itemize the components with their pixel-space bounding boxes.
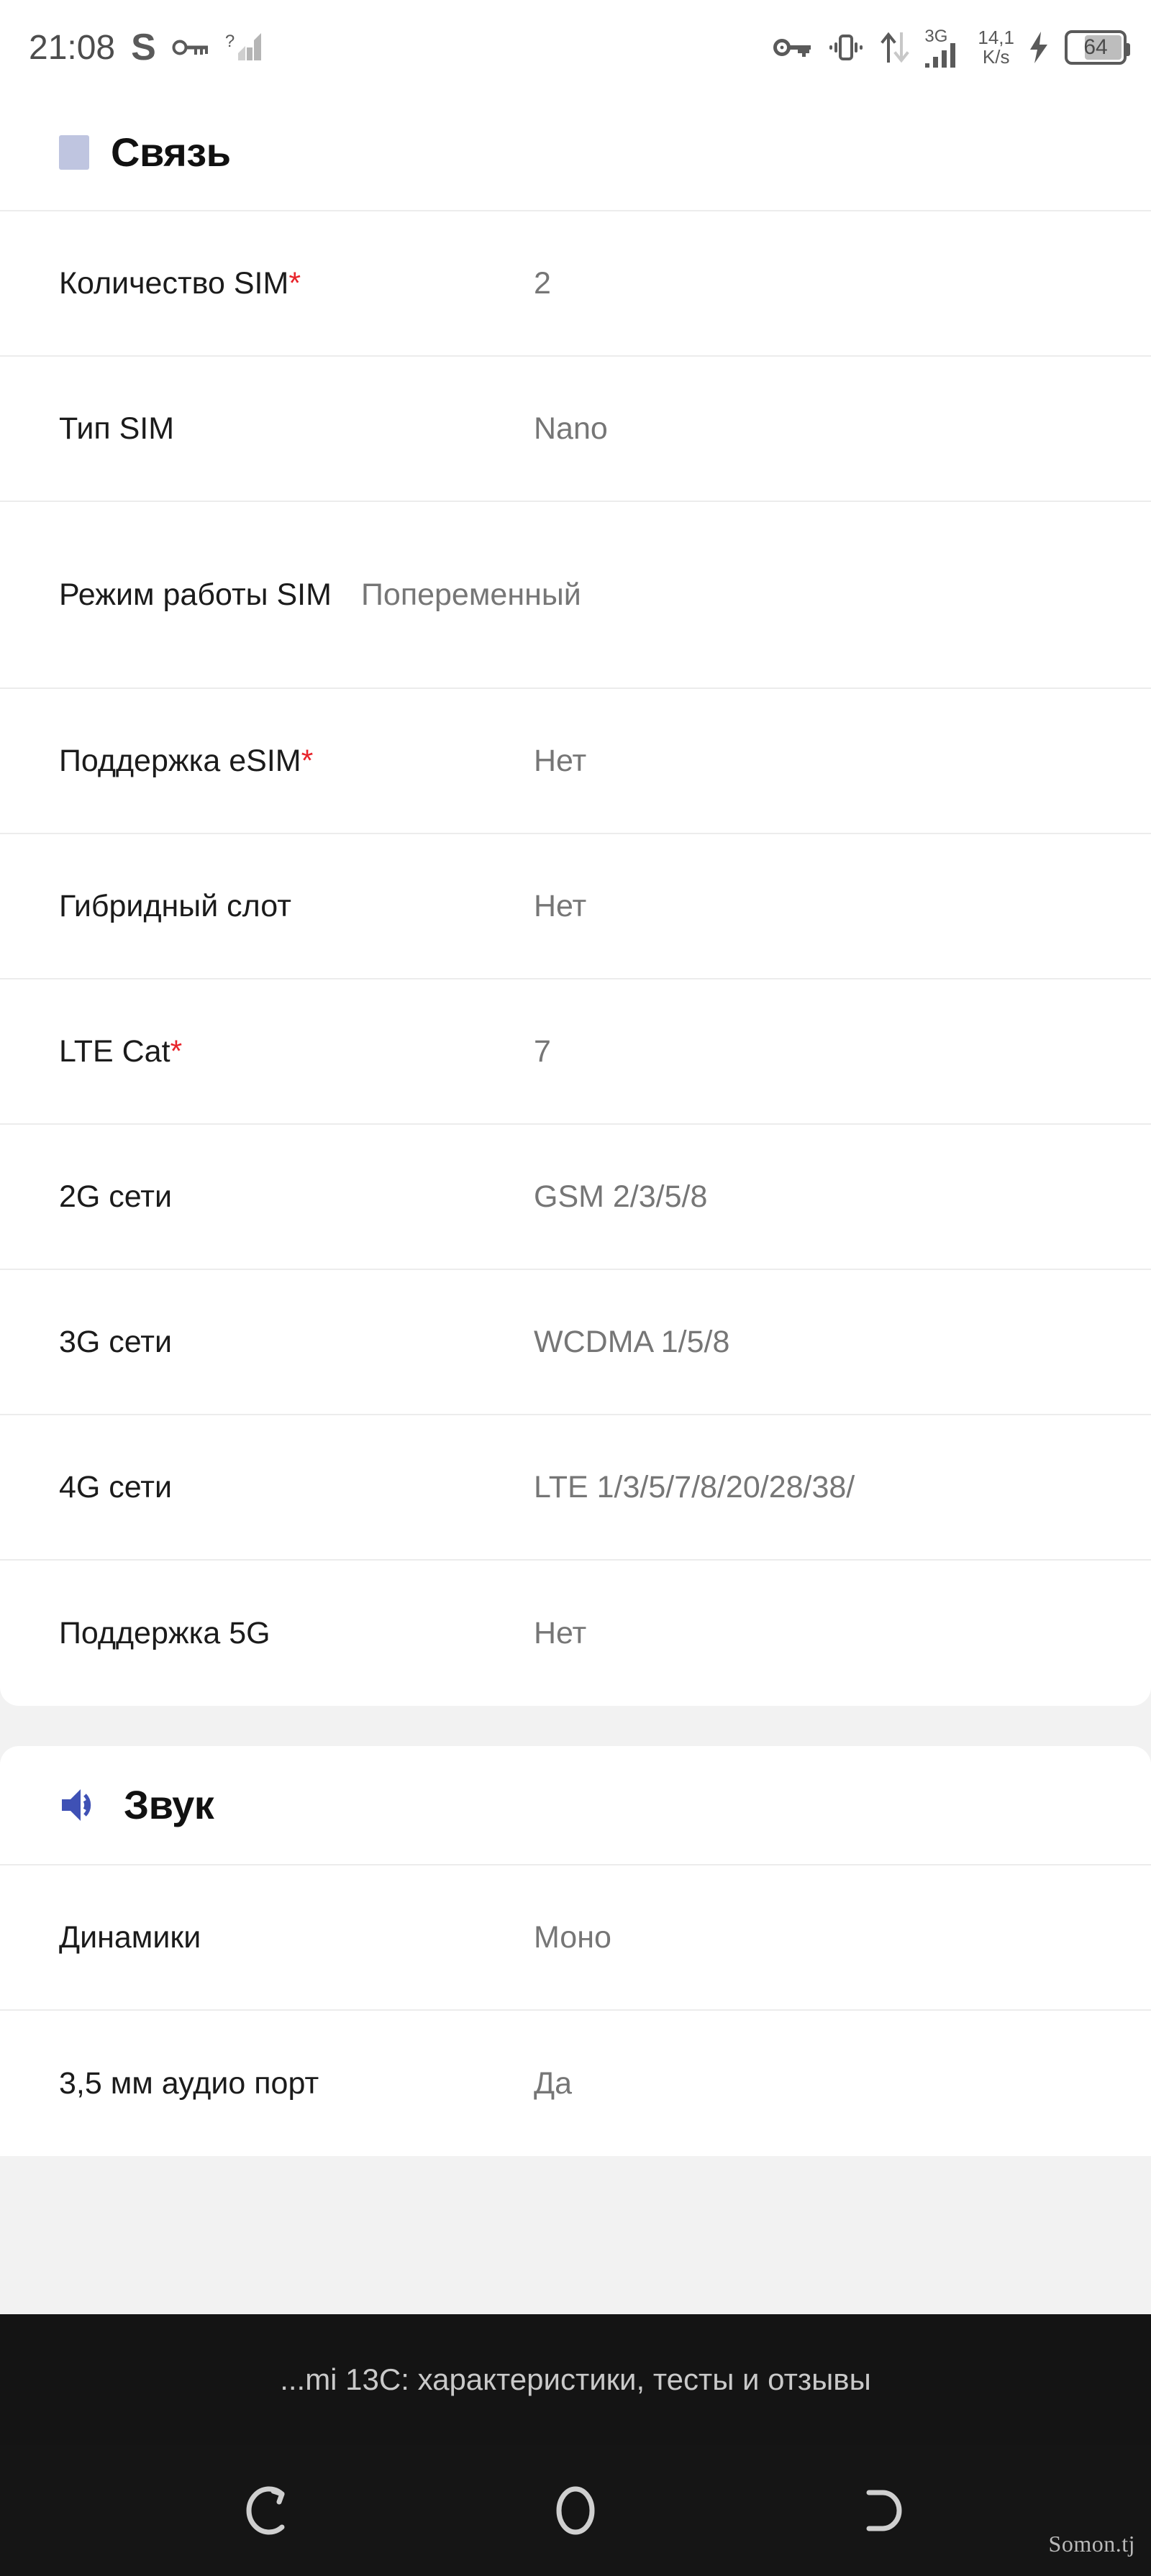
table-row[interactable]: 4G сети LTE 1/3/5/7/8/20/28/38/ xyxy=(0,1415,1151,1561)
square-icon xyxy=(59,135,89,170)
spec-value: Моно xyxy=(534,1919,611,1955)
table-row[interactable]: 3G сети WCDMA 1/5/8 xyxy=(0,1270,1151,1415)
table-row[interactable]: LTE Cat* 7 xyxy=(0,979,1151,1125)
spec-key: Динамики xyxy=(59,1919,201,1955)
battery-percent-label: 64 xyxy=(1083,35,1108,59)
page-title-overlay: ...mi 13C: характеристики, тесты и отзыв… xyxy=(0,2314,1151,2445)
watermark: Somon.tj xyxy=(1048,2531,1135,2557)
network-speed-unit: K/s xyxy=(982,46,1010,68)
overlay-title-text: ...mi 13C: характеристики, тесты и отзыв… xyxy=(280,2362,871,2396)
required-asterisk: * xyxy=(288,265,301,301)
table-row[interactable]: Динамики Моно xyxy=(0,1865,1151,2011)
data-transfer-icon xyxy=(880,29,910,65)
spec-page: Связь Количество SIM* 2 Тип SIM Nano Реж… xyxy=(0,95,1151,2156)
spec-key: Поддержка 5G xyxy=(59,1615,270,1650)
table-row[interactable]: 3,5 мм аудио порт Да xyxy=(0,2011,1151,2156)
spec-value: 7 xyxy=(534,1033,551,1069)
spec-value: 2 xyxy=(534,265,551,301)
status-bar-right: 3G 14,1 K/s 64 xyxy=(773,27,1130,68)
status-bar: 21:08 S ? 3G 14,1 K/s 64 xyxy=(0,0,1151,95)
spec-value: Нет xyxy=(534,1615,587,1650)
table-row[interactable]: Гибридный слот Нет xyxy=(0,834,1151,979)
spec-key: Режим работы SIM xyxy=(59,577,332,612)
spec-value: Нет xyxy=(534,743,587,778)
section-card-svyaz: Связь Количество SIM* 2 Тип SIM Nano Реж… xyxy=(0,95,1151,1706)
required-asterisk: * xyxy=(170,1033,183,1069)
table-row[interactable]: Тип SIM Nano xyxy=(0,357,1151,502)
spec-key: Количество SIM* xyxy=(59,265,301,301)
vibrate-icon xyxy=(827,30,865,65)
section-title: Звук xyxy=(124,1782,214,1827)
spec-value: Нет xyxy=(534,888,587,923)
table-row[interactable]: 2G сети GSM 2/3/5/8 xyxy=(0,1125,1151,1270)
key-icon xyxy=(773,36,812,59)
charging-bolt-icon xyxy=(1029,30,1050,65)
system-navigation-bar: Somon.tj xyxy=(0,2445,1151,2576)
table-row[interactable]: Поддержка 5G Нет xyxy=(0,1561,1151,1706)
status-bar-clock: 21:08 xyxy=(29,28,116,67)
spec-value: LTE 1/3/5/7/8/20/28/38/ xyxy=(534,1469,855,1504)
speaker-icon xyxy=(59,1783,102,1827)
table-row[interactable]: Режим работы SIM Попеременный xyxy=(0,502,1151,689)
status-bar-letter-indicator: S xyxy=(131,27,156,68)
home-icon[interactable] xyxy=(532,2467,619,2554)
section-header-svyaz: Связь xyxy=(0,95,1151,211)
section-header-zvuk: Звук xyxy=(0,1746,1151,1865)
spec-value: Nano xyxy=(534,411,608,446)
status-bar-left: 21:08 S ? xyxy=(29,28,264,68)
spec-key: 4G сети xyxy=(59,1469,173,1504)
spec-key: Поддержка eSIM* xyxy=(59,743,314,778)
spec-key: 3,5 мм аудио порт xyxy=(59,2065,319,2101)
spec-key: LTE Cat* xyxy=(59,1033,183,1069)
spec-value: Попеременный xyxy=(361,577,581,612)
back-icon[interactable] xyxy=(834,2467,921,2554)
spec-key: Гибридный слот xyxy=(59,888,291,923)
signal-bars-icon: 3G xyxy=(924,27,963,68)
recents-icon[interactable] xyxy=(230,2467,317,2554)
spec-value: GSM 2/3/5/8 xyxy=(534,1179,708,1214)
spec-key: Тип SIM xyxy=(59,411,175,446)
spec-key: 2G сети xyxy=(59,1179,173,1214)
table-row[interactable]: Поддержка eSIM* Нет xyxy=(0,689,1151,834)
spec-value: WCDMA 1/5/8 xyxy=(534,1324,730,1359)
network-speed-value: 14,1 xyxy=(978,27,1014,49)
key-icon xyxy=(172,37,209,58)
section-title: Связь xyxy=(111,129,231,175)
spec-value: Да xyxy=(534,2065,573,2101)
signal-question-label: ? xyxy=(224,32,235,51)
required-asterisk: * xyxy=(301,743,314,778)
section-gap xyxy=(0,1706,1151,1746)
spec-key: 3G сети xyxy=(59,1324,173,1359)
section-card-zvuk: Звук Динамики Моно 3,5 мм аудио порт Да xyxy=(0,1746,1151,2156)
battery-indicator: 64 xyxy=(1065,30,1130,65)
table-row[interactable]: Количество SIM* 2 xyxy=(0,211,1151,357)
network-speed-indicator: 14,1 K/s xyxy=(978,28,1014,66)
signal-unknown-icon: ? xyxy=(225,32,264,63)
